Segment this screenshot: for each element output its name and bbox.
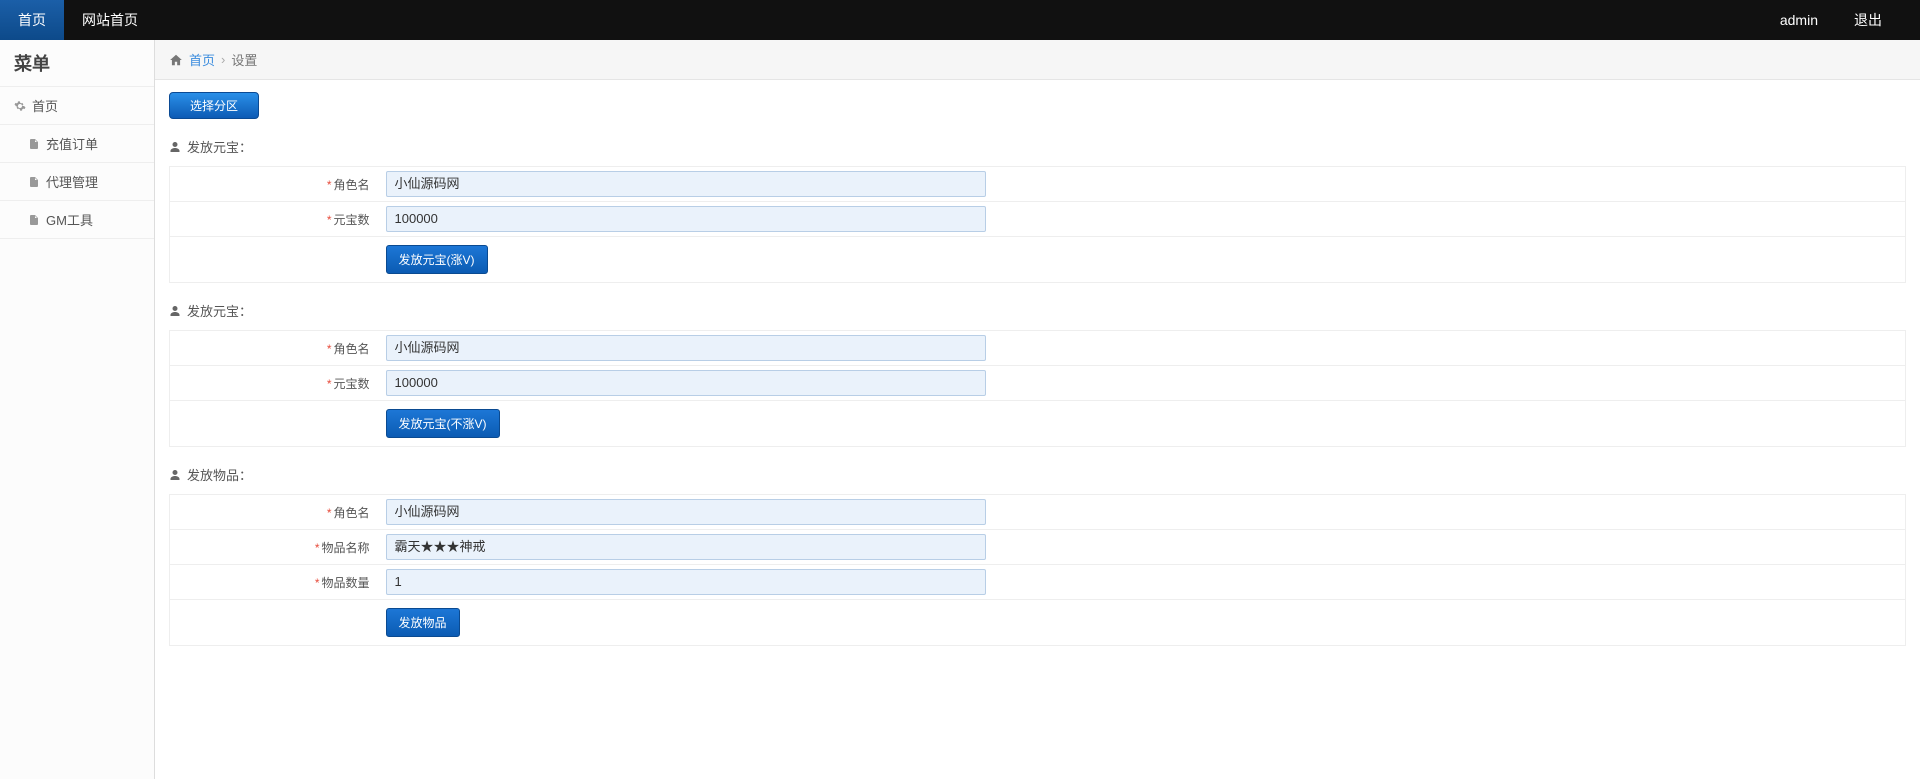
- sidebar-item-recharge[interactable]: 充值订单: [0, 125, 154, 163]
- file-icon: [28, 176, 40, 188]
- section-title: 发放物品：: [187, 465, 252, 484]
- section-title: 发放元宝：: [187, 137, 252, 156]
- yuanbao-amount-input[interactable]: [386, 206, 986, 232]
- topbar-home[interactable]: 首页: [0, 0, 64, 40]
- topbar-user[interactable]: admin: [1762, 0, 1836, 40]
- breadcrumb: 首页 › 设置: [155, 40, 1920, 80]
- yuanbao-amount-input[interactable]: [386, 370, 986, 396]
- file-icon: [28, 214, 40, 226]
- sidebar-item-label: GM工具: [46, 210, 93, 229]
- field-label: 物品名称: [321, 541, 369, 555]
- field-label: 角色名: [333, 342, 369, 356]
- topbar: 首页 网站首页 admin 退出: [0, 0, 1920, 40]
- sidebar-item-home[interactable]: 首页: [0, 87, 154, 125]
- item-qty-input[interactable]: [386, 569, 986, 595]
- field-label: 角色名: [333, 178, 369, 192]
- section-head-yuanbao-1: 发放元宝：: [169, 137, 1906, 156]
- sidebar-title: 菜单: [0, 40, 154, 87]
- field-label: 元宝数: [333, 213, 369, 227]
- send-item-button[interactable]: 发放物品: [386, 608, 460, 637]
- topbar-site-home[interactable]: 网站首页: [64, 0, 156, 40]
- sidebar-item-label: 充值订单: [46, 134, 98, 153]
- sidebar-item-label: 首页: [32, 96, 58, 115]
- role-name-input[interactable]: [386, 499, 986, 525]
- sidebar-item-label: 代理管理: [46, 172, 98, 191]
- section-title: 发放元宝：: [187, 301, 252, 320]
- topbar-logout[interactable]: 退出: [1836, 0, 1900, 40]
- field-label: 元宝数: [333, 377, 369, 391]
- item-name-input[interactable]: [386, 534, 986, 560]
- section-head-yuanbao-2: 发放元宝：: [169, 301, 1906, 320]
- file-icon: [28, 138, 40, 150]
- chevron-right-icon: ›: [221, 52, 225, 67]
- send-yuanbao-novip-button[interactable]: 发放元宝(不涨V): [386, 409, 500, 438]
- home-icon: [169, 53, 183, 67]
- user-icon: [169, 141, 181, 153]
- breadcrumb-current: 设置: [231, 50, 257, 69]
- sidebar: 菜单 首页 充值订单 代理管理 GM工具: [0, 40, 155, 779]
- role-name-input[interactable]: [386, 171, 986, 197]
- user-icon: [169, 469, 181, 481]
- user-icon: [169, 305, 181, 317]
- breadcrumb-home-link[interactable]: 首页: [189, 50, 215, 69]
- role-name-input[interactable]: [386, 335, 986, 361]
- section-head-item: 发放物品：: [169, 465, 1906, 484]
- sidebar-item-agent[interactable]: 代理管理: [0, 163, 154, 201]
- field-label: 物品数量: [321, 576, 369, 590]
- gear-icon: [14, 100, 26, 112]
- zone-select-button[interactable]: 选择分区: [169, 92, 259, 119]
- send-yuanbao-vip-button[interactable]: 发放元宝(涨V): [386, 245, 488, 274]
- sidebar-item-gmtool[interactable]: GM工具: [0, 201, 154, 239]
- field-label: 角色名: [333, 506, 369, 520]
